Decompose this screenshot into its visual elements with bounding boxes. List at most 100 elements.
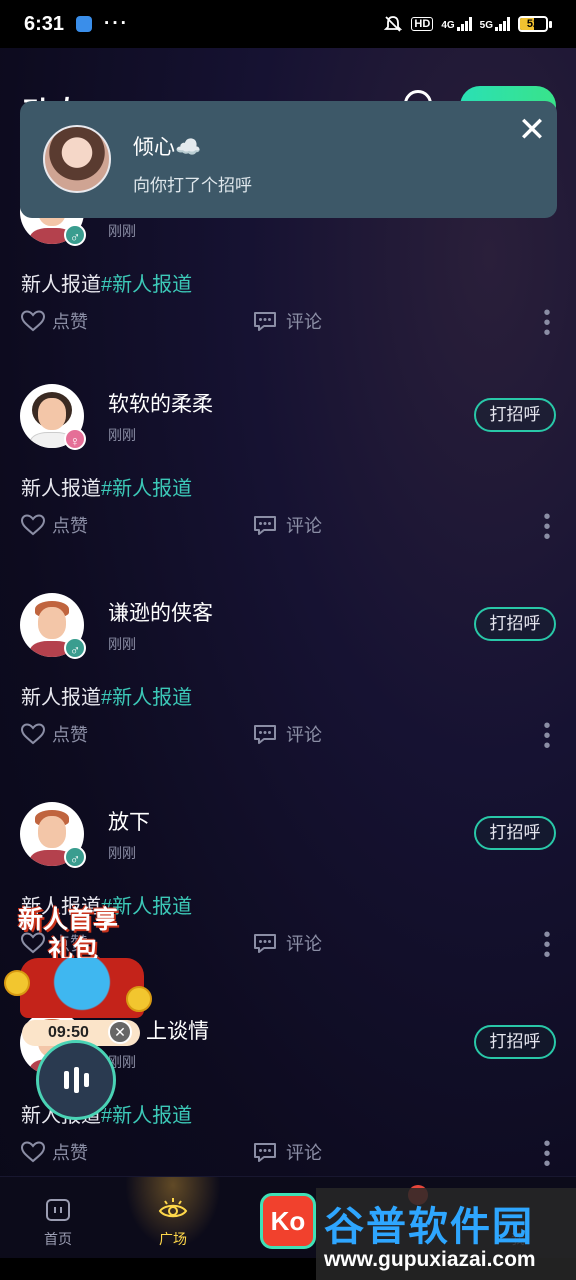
eye-icon	[158, 1198, 188, 1218]
more-options-icon[interactable]: • • •	[542, 303, 552, 343]
post-content: 新人报道#新人报道	[21, 268, 192, 297]
post-actions: 点赞 评论 • • •	[20, 507, 556, 547]
hd-icon: HD	[411, 17, 434, 31]
post-content: 新人报道#新人报道	[21, 681, 192, 710]
post-actions: 点赞 评论 • • •	[20, 1134, 556, 1174]
post-text: 新人报道	[21, 687, 101, 709]
watermark-brand: 谷普软件园	[324, 1205, 534, 1249]
comment-label: 评论	[286, 312, 322, 332]
nav-home[interactable]: 首页	[2, 1177, 114, 1259]
comment-button[interactable]: 评论	[252, 308, 322, 334]
coin-icon	[4, 970, 30, 996]
comment-icon	[254, 725, 276, 744]
comment-label: 评论	[286, 516, 322, 536]
watermark-url: www.gupuxiazai.com	[324, 1248, 536, 1271]
like-label: 点赞	[52, 312, 88, 332]
signal-4g-icon: 4G	[441, 17, 472, 31]
post-avatar[interactable]: ♀	[20, 384, 86, 450]
comment-label: 评论	[286, 1143, 322, 1163]
nav-center-app-button[interactable]: Ko	[260, 1193, 316, 1249]
like-label: 点赞	[52, 1143, 88, 1163]
heart-icon	[20, 310, 46, 332]
greet-button[interactable]: 打招呼	[474, 816, 556, 850]
battery-level: 52	[526, 18, 540, 30]
post-content: 新人报道#新人报道	[21, 472, 192, 501]
notification-sender-name: 倾心☁️	[133, 136, 202, 159]
comment-label: 评论	[286, 725, 322, 745]
nav-plaza-label: 广场	[159, 1231, 187, 1247]
comment-icon	[254, 1143, 276, 1162]
post-text: 新人报道	[21, 478, 101, 500]
greet-button[interactable]: 打招呼	[474, 607, 556, 641]
post-username[interactable]: 谦逊的侠客	[108, 597, 213, 627]
more-options-icon[interactable]: • • •	[542, 925, 552, 965]
post-avatar[interactable]: ♂	[20, 593, 86, 659]
post-actions: 点赞 评论 • • •	[20, 303, 556, 343]
like-button[interactable]: 点赞	[20, 1139, 88, 1165]
male-icon: ♂	[64, 637, 86, 659]
male-icon: ♂	[64, 224, 86, 246]
post-hashtag[interactable]: #新人报道	[101, 687, 192, 709]
like-button[interactable]: 点赞	[20, 721, 88, 747]
nav-home-label: 首页	[44, 1231, 72, 1247]
comment-button[interactable]: 评论	[252, 1139, 322, 1165]
comment-icon	[254, 312, 276, 331]
comment-label: 评论	[286, 934, 322, 954]
comment-icon	[254, 934, 276, 953]
like-label: 点赞	[52, 516, 88, 536]
audio-bars-icon	[64, 1067, 89, 1093]
voice-room-button[interactable]	[36, 1040, 116, 1120]
nav-plaza[interactable]: 广场	[117, 1177, 229, 1259]
post-hashtag[interactable]: #新人报道	[101, 1105, 192, 1127]
heart-icon	[20, 723, 46, 745]
comment-button[interactable]: 评论	[252, 721, 322, 747]
post-actions: 点赞 评论 • • •	[20, 716, 556, 756]
mute-bell-icon	[384, 16, 403, 32]
post-username[interactable]: 放下	[108, 806, 150, 836]
close-icon[interactable]: ✕	[515, 113, 549, 147]
network-5g-label: 5G	[479, 20, 493, 31]
more-options-icon[interactable]: • • •	[542, 507, 552, 547]
comment-icon	[254, 516, 276, 535]
post-username[interactable]: 软软的柔柔	[108, 388, 213, 418]
post-text: 新人报道	[21, 274, 101, 296]
status-time: 6:31	[24, 12, 65, 35]
comment-button[interactable]: 评论	[252, 512, 322, 538]
notification-avatar	[43, 125, 111, 193]
status-bar: 6:31 ··· HD 4G 5G 52	[0, 0, 576, 48]
signal-5g-icon: 5G	[480, 17, 510, 31]
heart-icon	[20, 514, 46, 536]
feed-post: ♂ 谦逊的侠客 刚刚 打招呼 新人报道#新人报道 点赞 评论 • • •	[0, 593, 576, 793]
close-icon[interactable]: ✕	[108, 1020, 132, 1044]
post-hashtag[interactable]: #新人报道	[101, 478, 192, 500]
post-time: 刚刚	[108, 223, 136, 239]
post-time: 刚刚	[108, 636, 136, 652]
home-icon	[46, 1199, 70, 1221]
greet-button[interactable]: 打招呼	[474, 1025, 556, 1059]
like-button[interactable]: 点赞	[20, 308, 88, 334]
post-hashtag[interactable]: #新人报道	[101, 274, 192, 296]
female-icon: ♀	[64, 428, 86, 450]
site-watermark: 谷普软件园 www.gupuxiazai.com	[316, 1188, 576, 1280]
notification-message: 向你打了个招呼	[133, 176, 252, 195]
post-time: 刚刚	[108, 845, 136, 861]
treasure-chest-icon	[20, 958, 144, 1018]
feed-post: ♀ 软软的柔柔 刚刚 打招呼 新人报道#新人报道 点赞 评论 • • •	[0, 384, 576, 584]
greet-button[interactable]: 打招呼	[474, 398, 556, 432]
heart-icon	[20, 1141, 46, 1163]
more-notifications-icon: ···	[104, 13, 130, 34]
more-options-icon[interactable]: • • •	[542, 1134, 552, 1174]
post-username[interactable]: 上谈情	[146, 1015, 209, 1045]
app-notification-icon	[76, 16, 93, 32]
comment-button[interactable]: 评论	[252, 930, 322, 956]
greeting-notification[interactable]: 倾心☁️ 向你打了个招呼 ✕	[20, 101, 557, 218]
battery-icon: 52	[518, 16, 552, 32]
post-avatar[interactable]: ♂	[20, 802, 86, 868]
like-label: 点赞	[52, 725, 88, 745]
post-time: 刚刚	[108, 427, 136, 443]
status-indicators: HD 4G 5G 52	[383, 14, 552, 34]
more-options-icon[interactable]: • • •	[542, 716, 552, 756]
male-icon: ♂	[64, 846, 86, 868]
like-button[interactable]: 点赞	[20, 512, 88, 538]
network-4g-label: 4G	[441, 20, 455, 31]
